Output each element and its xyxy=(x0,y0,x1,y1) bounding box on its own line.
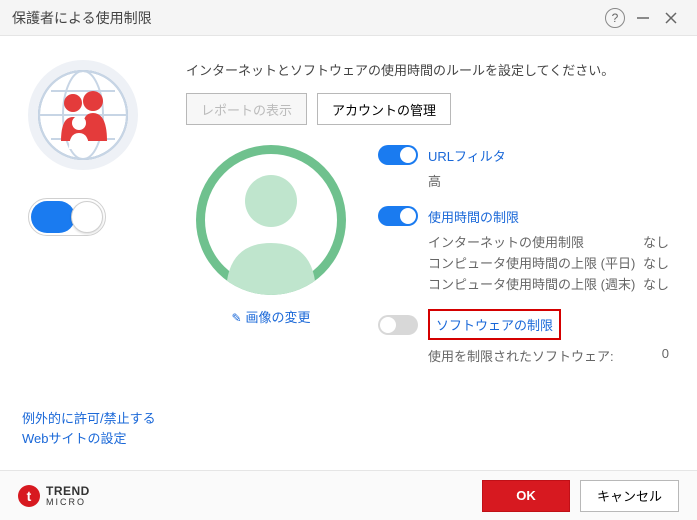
software-limit-toggle[interactable] xyxy=(378,315,418,335)
url-filter-level: 高 xyxy=(428,171,669,190)
minimize-button[interactable] xyxy=(629,4,657,32)
table-row: インターネットの使用制限 なし xyxy=(428,232,669,251)
close-icon xyxy=(664,11,678,25)
window-title: 保護者による使用制限 xyxy=(12,8,601,28)
profile-row: 画像の変更 URLフィルタ 高 使用時間の制限 xyxy=(186,145,669,381)
ok-button[interactable]: OK xyxy=(482,480,570,512)
highlight-box: ソフトウェアの制限 xyxy=(428,309,561,340)
feature-icon xyxy=(28,60,138,170)
exception-line1: 例外的に許可/禁止する xyxy=(22,411,156,426)
avatar-column: 画像の変更 xyxy=(186,145,356,381)
brand-sub: MICRO xyxy=(46,498,90,507)
view-report-button: レポートの表示 xyxy=(186,93,307,125)
url-filter-toggle[interactable] xyxy=(378,145,418,165)
time-limit-toggle[interactable] xyxy=(378,206,418,226)
table-row: 使用を制限されたソフトウェア: 0 xyxy=(428,346,669,365)
software-limit-link[interactable]: ソフトウェアの制限 xyxy=(436,315,553,334)
detail-value: なし xyxy=(643,232,669,251)
brand-text: TREND MICRO xyxy=(46,484,90,507)
titlebar: 保護者による使用制限 ? xyxy=(0,0,697,36)
settings-column: URLフィルタ 高 使用時間の制限 インターネットの使用制限 なし xyxy=(378,145,669,381)
left-column xyxy=(28,60,158,381)
brand-name: TREND xyxy=(46,484,90,498)
exception-line2: Webサイトの設定 xyxy=(22,431,127,446)
exception-websites-link[interactable]: 例外的に許可/禁止する Webサイトの設定 xyxy=(22,409,156,448)
right-column: インターネットとソフトウェアの使用時間のルールを設定してください。 レポートの表… xyxy=(186,60,669,381)
detail-value: なし xyxy=(643,274,669,293)
intro-text: インターネットとソフトウェアの使用時間のルールを設定してください。 xyxy=(186,60,669,79)
time-limit-link[interactable]: 使用時間の制限 xyxy=(428,207,519,226)
content-area: インターネットとソフトウェアの使用時間のルールを設定してください。 レポートの表… xyxy=(0,36,697,381)
master-toggle[interactable] xyxy=(28,198,106,236)
table-row: コンピュータ使用時間の上限 (週末) なし xyxy=(428,274,669,293)
family-globe-icon xyxy=(35,67,131,163)
software-limit-details: 使用を制限されたソフトウェア: 0 xyxy=(428,346,669,365)
footer-buttons: OK キャンセル xyxy=(482,480,679,512)
change-image-link[interactable]: 画像の変更 xyxy=(231,310,310,325)
time-limit-block: 使用時間の制限 インターネットの使用制限 なし コンピュータ使用時間の上限 (平… xyxy=(378,206,669,293)
detail-label: コンピュータ使用時間の上限 (平日) xyxy=(428,253,635,272)
close-button[interactable] xyxy=(657,4,685,32)
detail-value: なし xyxy=(643,253,669,272)
detail-value: 0 xyxy=(662,346,669,365)
brand-logo-icon: t xyxy=(18,485,40,507)
manage-accounts-button[interactable]: アカウントの管理 xyxy=(317,93,451,125)
help-button[interactable]: ? xyxy=(601,4,629,32)
time-limit-details: インターネットの使用制限 なし コンピュータ使用時間の上限 (平日) なし コン… xyxy=(428,232,669,293)
cancel-button[interactable]: キャンセル xyxy=(580,480,679,512)
url-filter-block: URLフィルタ 高 xyxy=(378,145,669,190)
brand: t TREND MICRO xyxy=(18,484,482,507)
action-button-row: レポートの表示 アカウントの管理 xyxy=(186,93,669,125)
detail-label: 使用を制限されたソフトウェア: xyxy=(428,346,614,365)
software-limit-block: ソフトウェアの制限 使用を制限されたソフトウェア: 0 xyxy=(378,309,669,365)
avatar xyxy=(196,145,346,295)
detail-label: コンピュータ使用時間の上限 (週末) xyxy=(428,274,635,293)
url-filter-link[interactable]: URLフィルタ xyxy=(428,146,506,165)
footer: t TREND MICRO OK キャンセル xyxy=(0,470,697,520)
detail-label: インターネットの使用制限 xyxy=(428,232,584,251)
table-row: コンピュータ使用時間の上限 (平日) なし xyxy=(428,253,669,272)
minimize-icon xyxy=(636,11,650,25)
help-icon: ? xyxy=(605,8,625,28)
